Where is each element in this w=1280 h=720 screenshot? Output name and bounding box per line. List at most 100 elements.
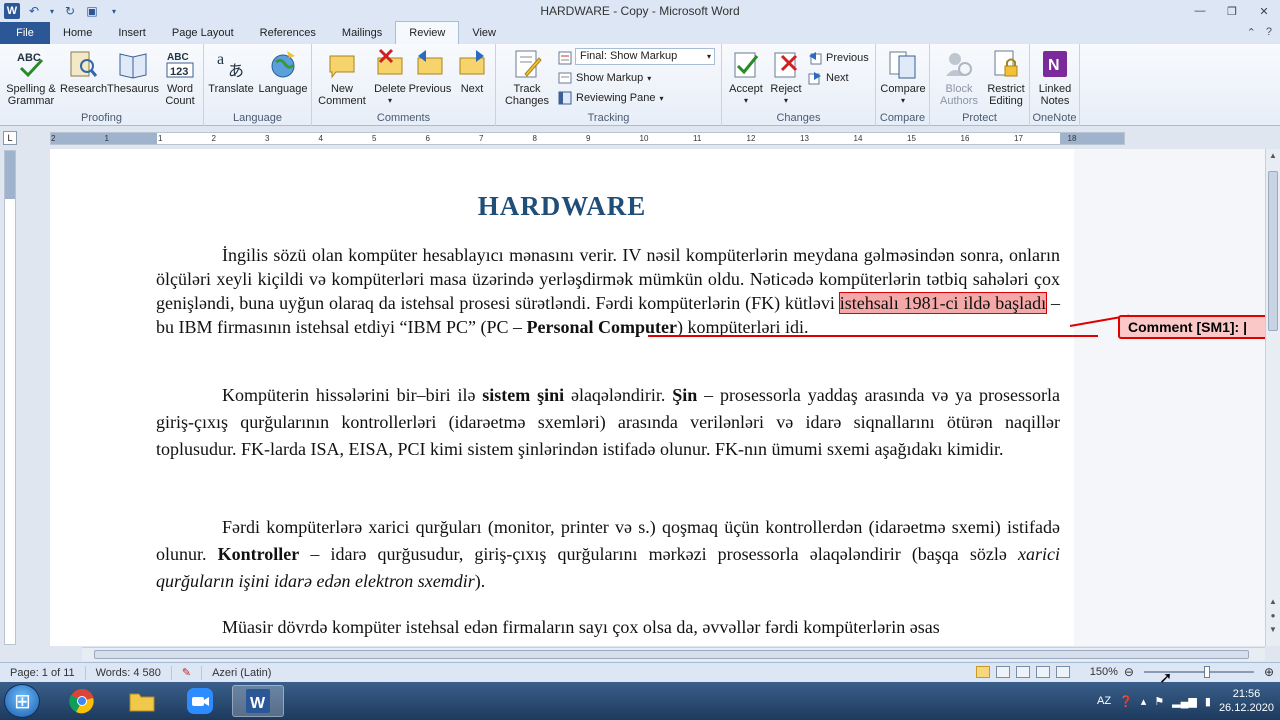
paragraph-4[interactable]: Müasir dövrdə kompüter istehsal edən fir… [156, 615, 1060, 639]
clock[interactable]: 21:56 26.12.2020 [1219, 687, 1274, 715]
tab-mailings[interactable]: Mailings [329, 22, 395, 44]
taskbar-explorer[interactable] [116, 685, 168, 717]
reviewing-pane-button[interactable]: Reviewing Pane ▾ [558, 89, 664, 107]
undo-dropdown-icon[interactable]: ▾ [48, 3, 56, 19]
restrict-editing-button[interactable]: Restrict Editing [982, 48, 1030, 107]
paragraph-3[interactable]: Fərdi kompüterlərə xarici qurğuları (mon… [156, 514, 1060, 595]
tab-insert[interactable]: Insert [105, 22, 159, 44]
translate-button[interactable]: aあ Translate [206, 48, 256, 95]
flag-icon[interactable]: ⚑ [1154, 695, 1164, 708]
paragraph-1[interactable]: İngilis sözü olan kompüter hesablayıcı m… [156, 243, 1060, 339]
minimize-ribbon-icon[interactable]: ⌃ [1247, 26, 1256, 39]
next-change-button[interactable]: Next [808, 69, 849, 87]
print-layout-view-button[interactable] [975, 666, 990, 678]
vertical-scroll-thumb[interactable] [1268, 171, 1278, 331]
ruler-tick: 14 [853, 134, 863, 143]
zoom-in-icon[interactable]: ⊕ [1264, 665, 1274, 679]
zoom-out-icon[interactable]: ⊖ [1124, 665, 1134, 679]
full-screen-view-button[interactable] [995, 666, 1010, 678]
language-indicator[interactable]: Azeri (Latin) [202, 666, 281, 680]
system-tray: AZ ❓ ▴ ⚑ ▂▄▆ ▮ 21:56 26.12.2020 [1097, 682, 1280, 720]
taskbar-zoom[interactable] [174, 685, 226, 717]
help-tray-icon[interactable]: ❓ [1119, 695, 1133, 708]
redo-icon[interactable]: ↻ [62, 3, 78, 19]
prev-page-icon[interactable]: ▲ [1268, 597, 1278, 609]
tab-page-layout[interactable]: Page Layout [159, 22, 247, 44]
zoom-level[interactable]: 150% [1090, 666, 1118, 678]
ruler-row: L 2 1 1 2 3 4 5 6 7 8 9 10 11 12 13 14 15 16 17 18 [0, 127, 1280, 149]
thesaurus-button[interactable]: Thesaurus [106, 48, 160, 95]
document-page[interactable]: HARDWARE İngilis sözü olan kompüter hesa… [50, 149, 1074, 646]
undo-icon[interactable]: ↶ [26, 3, 42, 19]
paragraph-2[interactable]: Kompüterin hissələrini bir–biri ilə sist… [156, 382, 1060, 463]
vertical-scrollbar[interactable]: ▲ ▲ ● ▼ [1265, 149, 1280, 646]
taskbar-chrome[interactable] [56, 685, 108, 717]
tab-home[interactable]: Home [50, 22, 105, 44]
show-hidden-icons-icon[interactable]: ▴ [1141, 695, 1147, 708]
thesaurus-icon [117, 48, 149, 80]
proofing-errors-icon[interactable]: ✎ [172, 665, 203, 680]
ribbon: ABC Spelling & Grammar Research Thesauru… [0, 44, 1280, 126]
word-count[interactable]: Words: 4 580 [86, 665, 172, 680]
previous-change-button[interactable]: Previous [808, 49, 869, 67]
show-markup-button[interactable]: Show Markup ▾ [558, 69, 651, 87]
ruler-tick: 11 [693, 134, 702, 143]
word-logo-icon[interactable]: W [4, 3, 20, 19]
svg-text:ABC: ABC [17, 52, 41, 64]
horizontal-scroll-thumb[interactable] [94, 650, 1249, 659]
draft-view-button[interactable] [1055, 666, 1070, 678]
tab-selector[interactable]: L [3, 131, 17, 145]
save-icon[interactable]: ▣ [84, 3, 100, 19]
group-label-language: Language [233, 112, 282, 124]
browse-object-icon[interactable]: ● [1268, 611, 1278, 623]
customize-qat-icon[interactable]: ▾ [106, 3, 122, 19]
vertical-ruler[interactable] [4, 150, 16, 645]
compare-button[interactable]: Compare ▾ [878, 48, 928, 107]
folder-icon [129, 693, 155, 712]
reject-button[interactable]: Reject ▾ [766, 48, 806, 107]
comment-balloon[interactable]: Comment [SM1]: | [1118, 315, 1265, 339]
tab-references[interactable]: References [247, 22, 329, 44]
scroll-up-icon[interactable]: ▲ [1268, 151, 1278, 163]
tab-review[interactable]: Review [395, 21, 460, 44]
start-button[interactable] [4, 684, 40, 718]
close-button[interactable]: ✕ [1248, 0, 1280, 22]
maximize-button[interactable]: ❐ [1216, 0, 1248, 22]
tab-file[interactable]: File [0, 22, 50, 44]
accept-button[interactable]: Accept ▾ [724, 48, 768, 107]
linked-notes-button[interactable]: N Linked Notes [1032, 48, 1078, 107]
display-for-review-dropdown[interactable]: Final: Show Markup ▾ [575, 48, 715, 65]
spelling-grammar-button[interactable]: ABC Spelling & Grammar [4, 48, 58, 107]
outline-view-button[interactable] [1035, 666, 1050, 678]
page-count[interactable]: Page: 1 of 11 [0, 665, 86, 680]
zoom-app-icon [187, 688, 213, 714]
network-icon[interactable]: ▂▄▆ [1172, 695, 1197, 708]
ruler-tick: 3 [265, 134, 270, 143]
battery-icon[interactable]: ▮ [1205, 695, 1211, 708]
window-title: HARDWARE - Copy - Microsoft Word [540, 4, 740, 18]
minimize-button[interactable]: — [1184, 0, 1216, 22]
input-language[interactable]: AZ [1097, 695, 1111, 707]
tab-view[interactable]: View [459, 22, 509, 44]
research-button[interactable]: Research [60, 48, 107, 95]
help-icon[interactable]: ? [1266, 26, 1272, 39]
next-comment-button[interactable]: Next [452, 48, 492, 95]
tracked-highlight[interactable]: istehsalı 1981-ci ildə başladı [838, 292, 1048, 314]
ribbon-tabs: File Home Insert Page Layout References … [0, 21, 1280, 44]
language-button[interactable]: Language [256, 48, 310, 95]
horizontal-ruler[interactable]: 2 1 1 2 3 4 5 6 7 8 9 10 11 12 13 14 15 16 17 18 [50, 132, 1125, 145]
web-layout-view-button[interactable] [1015, 666, 1030, 678]
group-compare: Compare ▾ Compare [876, 44, 930, 126]
new-comment-button[interactable]: New Comment [316, 48, 368, 107]
zoom-slider-knob[interactable] [1203, 666, 1210, 678]
block-authors-button[interactable]: Block Authors [932, 48, 986, 107]
window-controls: — ❐ ✕ [1184, 0, 1280, 22]
previous-comment-button[interactable]: Previous [408, 48, 452, 95]
quick-access-toolbar: W ↶ ▾ ↻ ▣ ▾ [0, 0, 122, 22]
track-changes-button[interactable]: Track Changes [500, 48, 554, 107]
delete-comment-button[interactable]: Delete ▾ [370, 48, 410, 107]
word-count-button[interactable]: ABC 123 Word Count [160, 48, 200, 107]
next-page-icon[interactable]: ▼ [1268, 625, 1278, 637]
horizontal-scrollbar[interactable] [82, 647, 1265, 661]
taskbar-word[interactable]: W [232, 685, 284, 717]
